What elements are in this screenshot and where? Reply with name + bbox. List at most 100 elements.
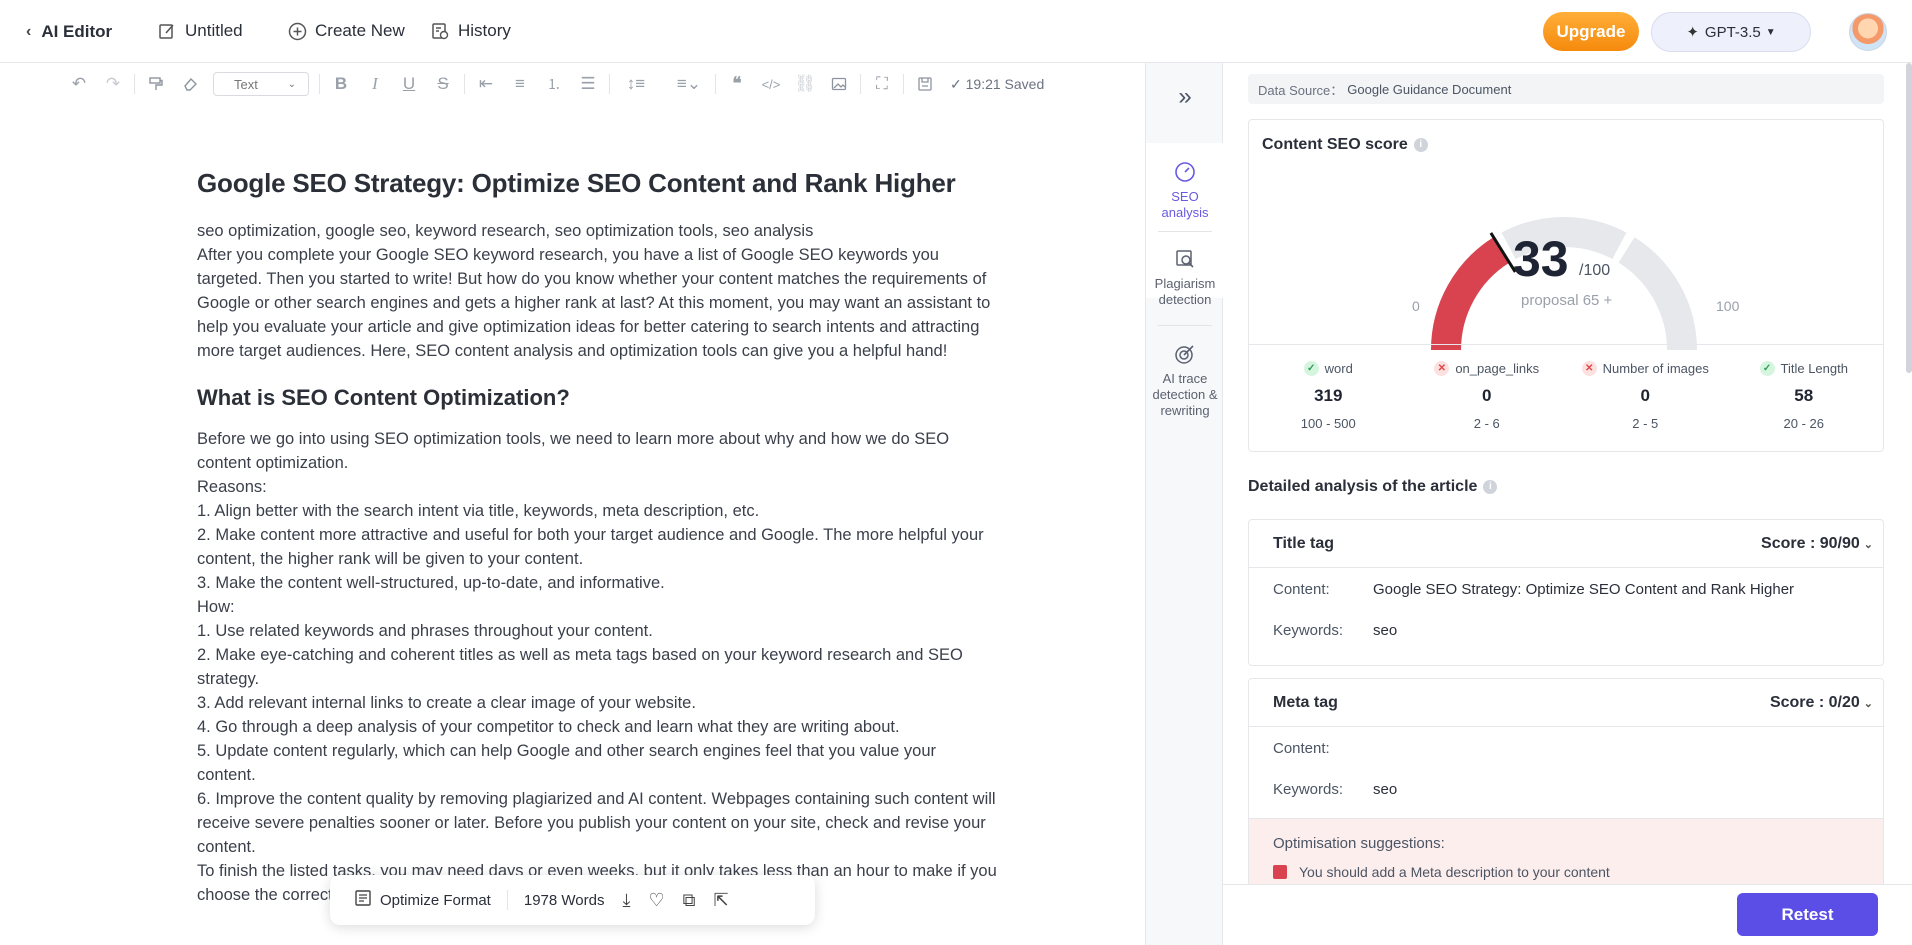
tab-plagiarism-detection[interactable]: Plagiarism detection <box>1146 248 1224 308</box>
collapse-panel-icon[interactable]: » <box>1146 83 1224 111</box>
paragraph[interactable]: 4. Go through a deep analysis of your co… <box>197 715 997 739</box>
metric-range: 2 - 5 <box>1632 416 1659 431</box>
score-proposal: proposal 65 + <box>1521 292 1613 309</box>
chevron-down-icon: ⌄ <box>287 78 296 90</box>
title-tag-header[interactable]: Title tag Score : 90/90 ⌄ <box>1249 520 1883 568</box>
row-label: Content: <box>1273 581 1330 598</box>
retest-button[interactable]: Retest <box>1737 893 1878 936</box>
scrollbar[interactable] <box>1906 63 1912 373</box>
meta-tag-card: Meta tag Score : 0/20 ⌄ Content: Keywords… <box>1248 678 1884 884</box>
document-title-button[interactable]: Untitled <box>157 21 243 41</box>
share-icon[interactable]: ⇱ <box>713 890 728 911</box>
meta-tag-header[interactable]: Meta tag Score : 0/20 ⌄ <box>1249 679 1883 727</box>
metric-value: 0 <box>1640 386 1650 405</box>
paragraph[interactable]: 5. Update content regularly, which can h… <box>197 739 997 787</box>
bullet-list-icon[interactable]: ☰ <box>571 70 605 98</box>
plus-circle-icon <box>287 21 307 41</box>
text-style-select[interactable]: Text ⌄ <box>213 72 309 96</box>
paragraph[interactable]: 3. Add relevant internal links to create… <box>197 691 997 715</box>
title-tag-keywords-row: Keywords: seo <box>1249 610 1883 651</box>
document-heading[interactable]: Google SEO Strategy: Optimize SEO Conten… <box>197 168 997 199</box>
underline-icon[interactable]: U <box>392 70 426 98</box>
seo-analysis-panel: Data Source： Google Guidance Document Co… <box>1223 63 1912 945</box>
analysis-sidebar: » SEO analysis Plagiarism detection AI t… <box>1145 63 1224 945</box>
save-icon[interactable] <box>908 70 942 98</box>
gauge-max-label: 100 <box>1716 298 1740 314</box>
divider <box>1158 325 1212 326</box>
gauge-icon <box>1146 161 1224 185</box>
app-title: AI Editor <box>41 22 113 41</box>
redo-icon[interactable]: ↷ <box>96 70 130 98</box>
image-icon[interactable] <box>822 70 856 98</box>
score-title-text: Content SEO score <box>1262 136 1408 153</box>
avatar[interactable] <box>1849 13 1887 51</box>
cross-icon: ✕ <box>1581 361 1597 376</box>
seo-score-card: Content SEO score i 0 100 33 /100 proposa… <box>1248 119 1884 452</box>
paragraph[interactable]: 1. Use related keywords and phrases thro… <box>197 619 997 643</box>
document-body[interactable]: Google SEO Strategy: Optimize SEO Conten… <box>197 168 997 907</box>
metric-label: on_page_links <box>1455 361 1540 376</box>
paragraph[interactable]: How: <box>197 595 997 619</box>
italic-icon[interactable]: I <box>358 70 392 98</box>
quote-icon[interactable]: ❝ <box>720 70 754 98</box>
title-tag-score-text: Score : 90/90 <box>1761 534 1860 552</box>
metric-range: 100 - 500 <box>1300 416 1356 431</box>
saved-status: ✓ 19:21 Saved <box>950 75 1045 92</box>
word-count: 1978 Words <box>523 891 605 909</box>
row-label: Keywords: <box>1273 781 1344 798</box>
row-value: seo <box>1373 622 1398 639</box>
paragraph[interactable]: 1. Align better with the search intent v… <box>197 499 997 523</box>
heart-icon[interactable]: ♡ <box>648 890 664 911</box>
paragraph[interactable]: seo optimization, google seo, keyword re… <box>197 219 997 243</box>
sparkle-icon: ✦ <box>1686 24 1699 41</box>
format-painter-icon[interactable] <box>139 70 173 98</box>
upgrade-button[interactable]: Upgrade <box>1543 12 1639 51</box>
strikethrough-icon[interactable]: S <box>426 70 460 98</box>
outdent-icon[interactable]: ⇤ <box>469 70 503 98</box>
paragraph[interactable]: 2. Make content more attractive and usef… <box>197 523 997 571</box>
chevron-down-icon: ⌄ <box>1863 538 1873 551</box>
copy-icon[interactable]: ⧉ <box>683 890 696 911</box>
history-button[interactable]: History <box>430 21 511 41</box>
model-selector[interactable]: ✦ GPT-3.5 ▼ <box>1651 12 1811 52</box>
divider <box>609 74 610 94</box>
text-style-value: Text <box>234 76 258 92</box>
ordered-list-icon[interactable]: ⒈ <box>537 70 571 98</box>
metric-number-of-images: ✕ Number of images 0 2 - 5 <box>1566 345 1725 452</box>
indent-icon[interactable]: ≡ <box>503 70 537 98</box>
divider <box>662 74 663 94</box>
info-icon[interactable]: i <box>1483 479 1498 494</box>
back-button[interactable]: ‹ AI Editor <box>26 22 112 42</box>
floating-action-bar: Optimize Format 1978 Words ⤓ ♡ ⧉ ⇱ <box>330 875 815 925</box>
fullscreen-icon[interactable]: ⛶ <box>865 70 899 98</box>
create-new-button[interactable]: Create New <box>287 21 405 41</box>
seo-score-value: 33 <box>1513 231 1569 287</box>
paragraph[interactable]: 6. Improve the content quality by removi… <box>197 787 997 859</box>
edit-icon <box>157 21 177 41</box>
tab-label: Plagiarism detection <box>1154 276 1216 307</box>
divider <box>464 74 465 94</box>
tab-ai-trace-detection[interactable]: AI trace detection & rewriting <box>1146 343 1224 419</box>
paragraph[interactable]: After you complete your Google SEO keywo… <box>197 243 997 363</box>
section-heading[interactable]: What is SEO Content Optimization? <box>197 385 997 411</box>
download-icon[interactable]: ⤓ <box>622 890 630 911</box>
tab-label: AI trace detection & rewriting <box>1152 371 1218 418</box>
metric-value: 58 <box>1794 386 1814 405</box>
align-icon[interactable]: ≡⌄ <box>667 70 711 98</box>
line-height-icon[interactable]: ↕≡ <box>614 70 658 98</box>
target-icon <box>1146 343 1224 367</box>
paragraph[interactable]: 2. Make eye-catching and coherent titles… <box>197 643 997 691</box>
optimize-format-button[interactable]: Optimize Format <box>380 892 491 909</box>
paragraph[interactable]: Reasons: <box>197 475 997 499</box>
check-icon: ✓ <box>1759 361 1775 376</box>
detailed-analysis-title: Detailed analysis of the article i <box>1248 478 1498 496</box>
undo-icon[interactable]: ↶ <box>62 70 96 98</box>
paragraph[interactable]: 3. Make the content well-structured, up-… <box>197 571 997 595</box>
meta-tag-content-row: Content: <box>1249 728 1883 769</box>
code-icon[interactable]: </> <box>754 70 788 98</box>
paragraph[interactable]: Before we go into using SEO optimization… <box>197 427 997 475</box>
bold-icon[interactable]: B <box>324 70 358 98</box>
eraser-icon[interactable] <box>173 70 207 98</box>
section-paragraphs: Before we go into using SEO optimization… <box>197 427 997 907</box>
link-icon[interactable]: ⛓ <box>788 70 822 98</box>
